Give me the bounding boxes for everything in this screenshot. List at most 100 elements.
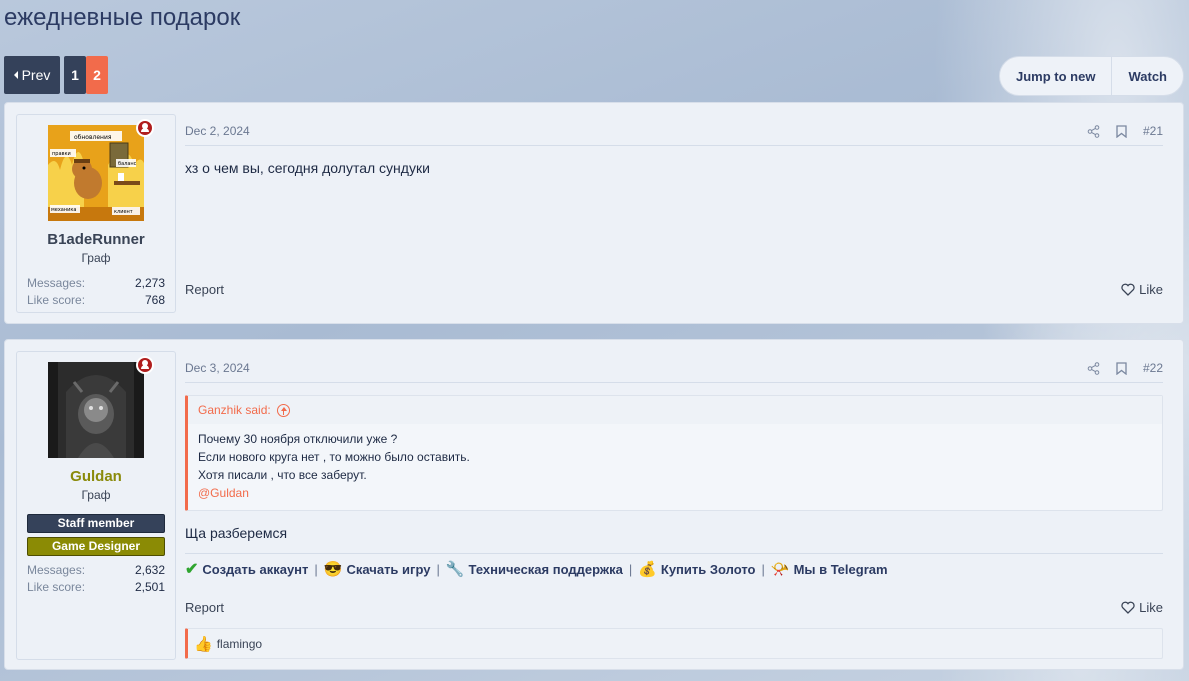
avatar-text-edits: правки: [52, 151, 71, 157]
signature-link-buy-gold[interactable]: Купить Золото: [661, 562, 756, 577]
report-link[interactable]: Report: [185, 282, 224, 297]
quote-author: Ganzhik said:: [198, 403, 271, 417]
horn-icon: 📯: [770, 561, 790, 578]
prev-page-button[interactable]: Prev: [4, 56, 60, 94]
jump-to-quote-icon[interactable]: [276, 403, 290, 417]
share-icon[interactable]: [1087, 124, 1100, 138]
post: обновления правки баланс механика клиент…: [4, 102, 1184, 324]
avatar[interactable]: [48, 362, 144, 458]
user-info: Guldan Граф Staff member Game Designer M…: [16, 351, 176, 660]
dark-demon-avatar-image: [48, 362, 144, 458]
signature: ✔ Создать аккаунт | 😎 Скачать игру | 🔧 Т…: [185, 553, 1163, 579]
jump-to-new-button[interactable]: Jump to new: [1000, 57, 1111, 95]
like-label: Like: [1139, 600, 1163, 615]
avatar-text-updates: обновления: [74, 134, 112, 141]
page-link-1[interactable]: 1: [64, 56, 86, 94]
game-designer-banner: Game Designer: [27, 537, 165, 556]
thread-actions: Jump to new Watch: [999, 56, 1184, 96]
watch-button[interactable]: Watch: [1111, 57, 1183, 95]
quote-block: Ganzhik said: Почему 30 ноября отключили…: [185, 395, 1163, 511]
post-meta-actions: #22: [1087, 361, 1163, 375]
page-link-2-current[interactable]: 2: [86, 56, 108, 94]
online-status-icon: [136, 356, 154, 374]
avatar-text-client: клиент: [114, 209, 133, 215]
avatar-text-mechanics: механика: [51, 207, 76, 213]
separator: |: [436, 561, 440, 577]
avatar[interactable]: обновления правки баланс механика клиент: [48, 125, 144, 221]
page-title: ежедневные подарок: [4, 4, 241, 31]
separator: |: [628, 561, 633, 577]
post-footer: Report Like: [185, 600, 1163, 615]
post-body: Ща разберемся: [185, 525, 288, 541]
post-footer: Report Like: [185, 282, 1163, 297]
avatar-container: [48, 356, 154, 458]
heart-icon: [1121, 601, 1135, 614]
post-main: Dec 2, 2024 #21 хз о чем вы, сегодня дол…: [185, 103, 1163, 297]
user-title: Граф: [81, 488, 111, 502]
thumbs-up-icon: 👍: [194, 635, 213, 653]
stat-value: 2,273: [134, 276, 165, 290]
like-label: Like: [1139, 282, 1163, 297]
signature-link-tech-support[interactable]: Техническая поддержка: [469, 562, 623, 577]
stat-like-score: Like score: 2,501: [27, 579, 165, 596]
stat-label: Messages:: [27, 276, 86, 290]
post-meta: Dec 2, 2024 #21: [185, 124, 1163, 146]
this-is-fine-avatar-image: обновления правки баланс механика клиент: [48, 125, 144, 221]
quote-header[interactable]: Ganzhik said:: [188, 396, 1162, 424]
staff-member-banner: Staff member: [27, 514, 165, 533]
stat-value: 2,632: [134, 563, 165, 577]
quote-line: Почему 30 ноября отключили уже ?: [198, 432, 398, 446]
quote-line: Хотя писали , что все заберут.: [198, 468, 367, 482]
post: Guldan Граф Staff member Game Designer M…: [4, 339, 1184, 670]
post-number[interactable]: #22: [1143, 361, 1163, 375]
avatar-text-balance: баланс: [118, 161, 137, 167]
online-status-icon: [136, 119, 154, 137]
signature-link-create-account[interactable]: Создать аккаунт: [202, 562, 308, 577]
post-date[interactable]: Dec 3, 2024: [185, 361, 250, 375]
like-button[interactable]: Like: [1121, 600, 1163, 615]
bookmark-icon[interactable]: [1116, 361, 1127, 375]
bookmark-icon[interactable]: [1116, 124, 1127, 138]
user-title: Граф: [81, 251, 111, 265]
post-number[interactable]: #21: [1143, 124, 1163, 138]
separator: |: [314, 561, 318, 577]
heart-icon: [1121, 283, 1135, 296]
stat-label: Like score:: [27, 580, 86, 594]
sunglasses-icon: 😎: [323, 561, 343, 578]
user-mention-link[interactable]: @Guldan: [198, 484, 1152, 502]
post-meta-actions: #21: [1087, 124, 1163, 138]
stat-value: 768: [144, 293, 165, 307]
like-button[interactable]: Like: [1121, 282, 1163, 297]
username[interactable]: B1adeRunner: [17, 231, 175, 248]
post-main: Dec 3, 2024 #22 Ganzhik said: Почему 30 …: [185, 340, 1163, 659]
user-stats: Messages: 2,632 Like score: 2,501: [27, 562, 165, 596]
post-date[interactable]: Dec 2, 2024: [185, 124, 250, 138]
reaction-users[interactable]: flamingo: [217, 637, 262, 651]
post-body: хз о чем вы, сегодня долутал сундуки: [185, 160, 430, 176]
post-meta: Dec 3, 2024 #22: [185, 361, 1163, 383]
stat-label: Like score:: [27, 293, 86, 307]
username[interactable]: Guldan: [17, 468, 175, 485]
signature-link-telegram[interactable]: Мы в Telegram: [794, 562, 888, 577]
separator: |: [761, 561, 765, 577]
reactions-bar[interactable]: 👍 flamingo: [185, 628, 1163, 659]
avatar-container: обновления правки баланс механика клиент: [48, 119, 154, 221]
stat-messages: Messages: 2,273: [27, 275, 165, 292]
user-stats: Messages: 2,273 Like score: 768: [27, 275, 165, 309]
report-link[interactable]: Report: [185, 600, 224, 615]
wrench-icon: 🔧: [445, 561, 465, 578]
checkmark-icon: ✔: [185, 561, 199, 578]
stat-like-score: Like score: 768: [27, 292, 165, 309]
stat-value: 2,501: [134, 580, 165, 594]
money-bag-icon: 💰: [638, 561, 657, 578]
quote-body: Почему 30 ноября отключили уже ? Если но…: [188, 424, 1162, 510]
prev-label: Prev: [21, 67, 51, 83]
quote-line: Если нового круга нет , то можно было ос…: [198, 450, 470, 464]
stat-messages: Messages: 2,632: [27, 562, 165, 579]
chevron-left-icon: [13, 71, 18, 79]
share-icon[interactable]: [1087, 361, 1100, 375]
pagination: Prev 1 2: [4, 56, 108, 94]
user-info: обновления правки баланс механика клиент…: [16, 114, 176, 313]
signature-link-download-game[interactable]: Скачать игру: [346, 562, 430, 577]
stat-label: Messages:: [27, 563, 86, 577]
